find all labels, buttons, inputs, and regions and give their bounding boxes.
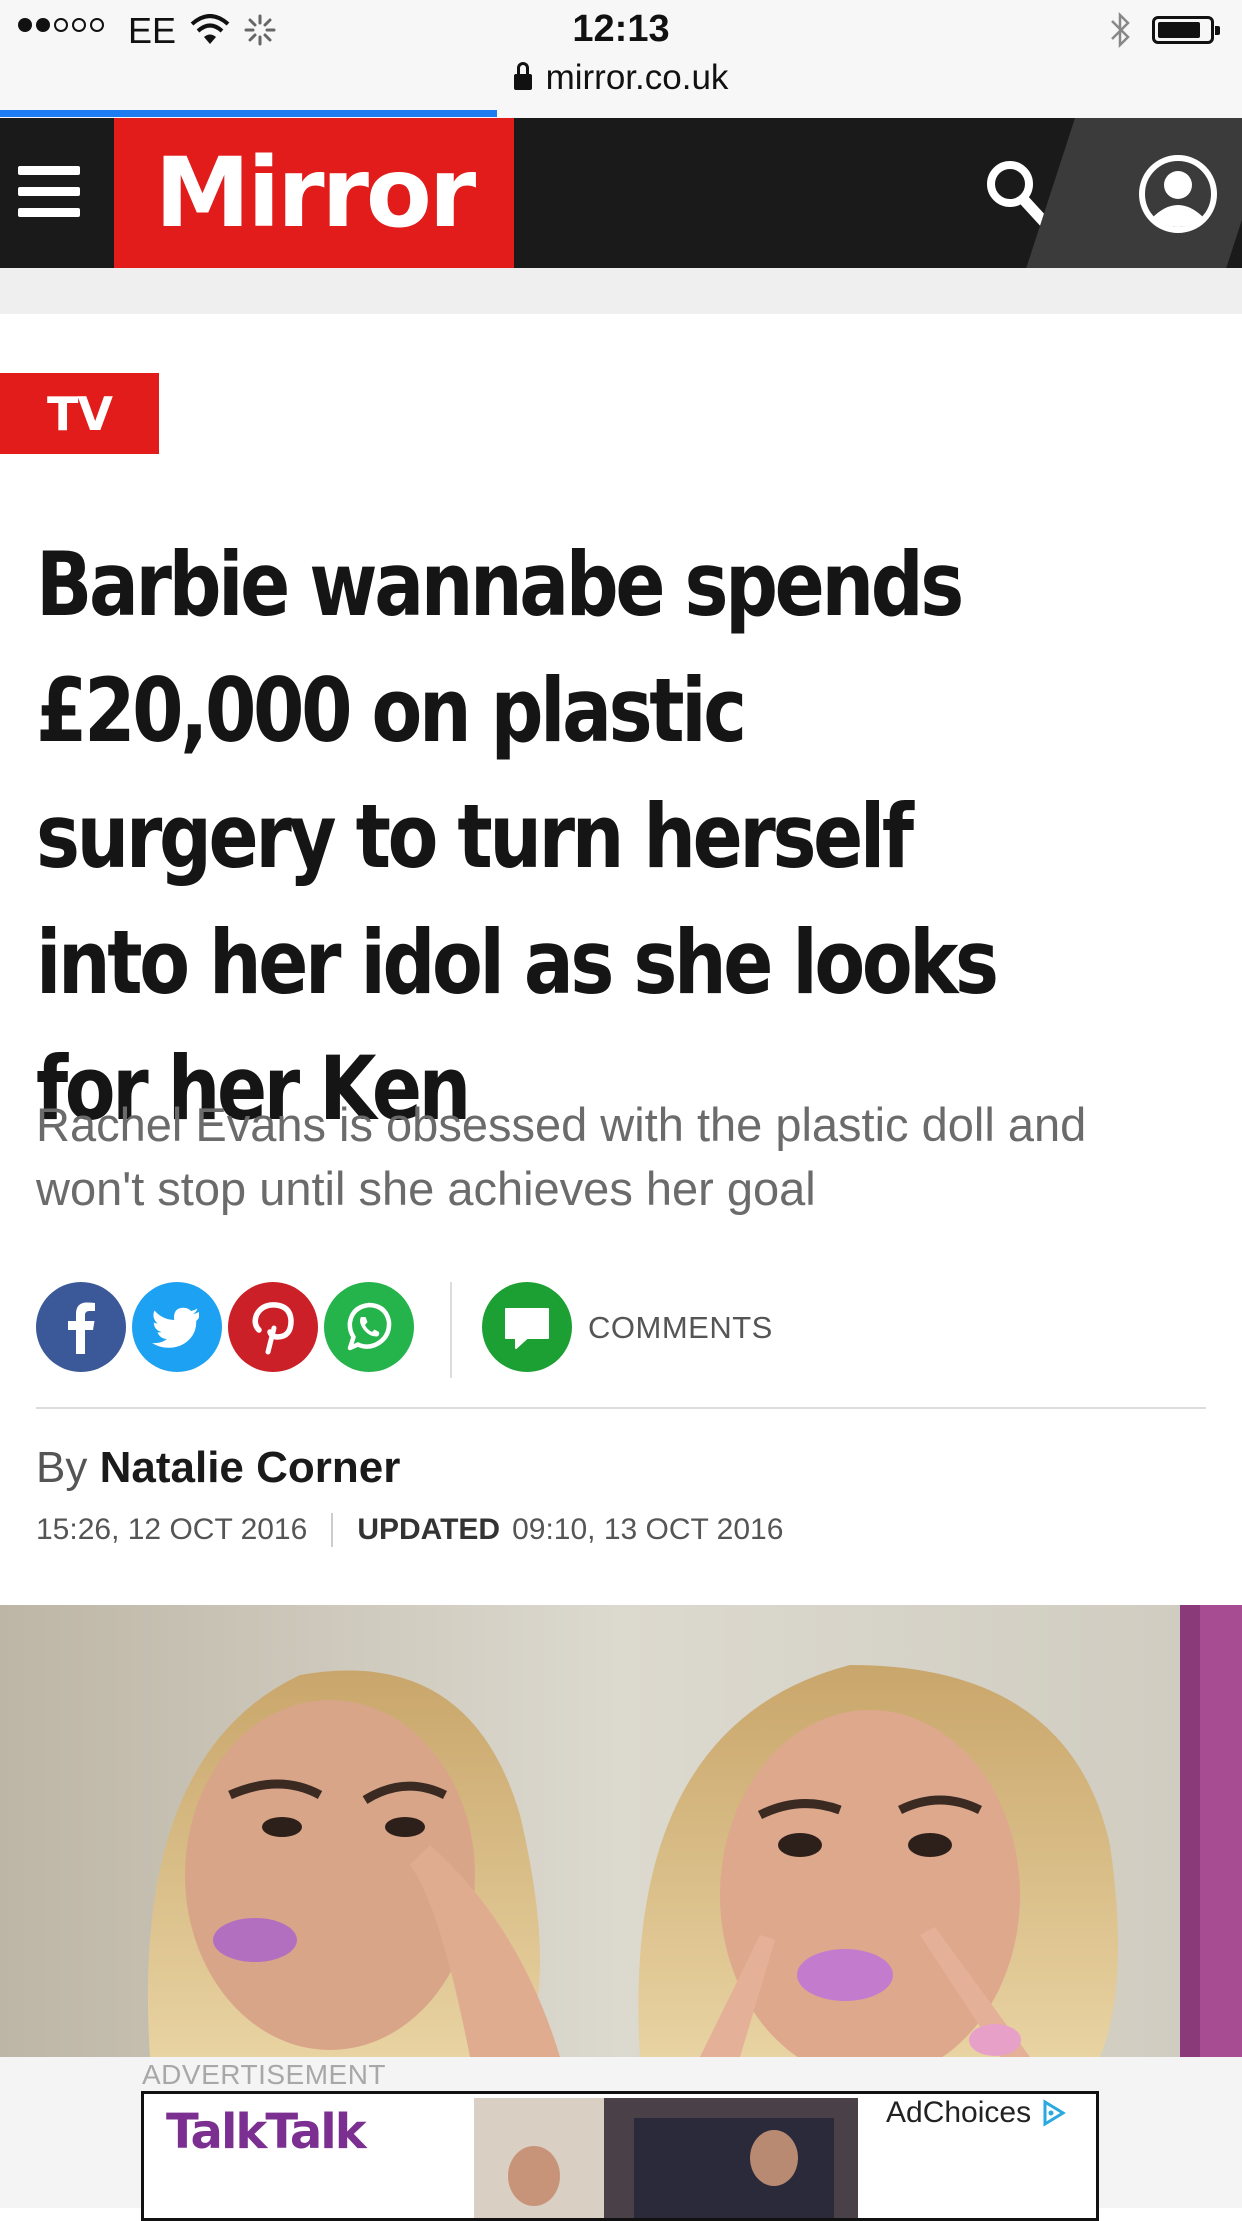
comment-bubble-icon bbox=[505, 1308, 549, 1349]
section-tag[interactable]: TV bbox=[0, 373, 159, 454]
author-name[interactable]: Natalie Corner bbox=[100, 1443, 401, 1492]
share-divider bbox=[450, 1282, 452, 1378]
adchoices-label: AdChoices bbox=[886, 2096, 1032, 2129]
mirror-logo[interactable]: Mirror bbox=[114, 118, 514, 268]
whatsapp-icon bbox=[347, 1302, 392, 1351]
battery-icon bbox=[1152, 16, 1220, 44]
hamburger-icon[interactable] bbox=[18, 166, 80, 220]
facebook-share-button[interactable] bbox=[36, 1282, 126, 1372]
clock: 12:13 bbox=[572, 8, 670, 50]
twitter-share-button[interactable] bbox=[132, 1282, 222, 1372]
whatsapp-share-button[interactable] bbox=[324, 1282, 414, 1372]
date-separator bbox=[331, 1513, 334, 1547]
facebook-icon bbox=[68, 1302, 95, 1354]
page-load-progress bbox=[0, 110, 497, 117]
lock-icon bbox=[513, 62, 532, 90]
status-bar: EE 12:13 mirror.co.uk bbox=[0, 0, 1242, 118]
article-headline: Barbie wannabe spends £20,000 on plastic… bbox=[36, 533, 999, 1140]
bluetooth-icon bbox=[1111, 11, 1130, 49]
address-bar[interactable]: mirror.co.uk bbox=[0, 58, 1242, 98]
article-hero-image[interactable] bbox=[0, 1605, 1242, 2057]
pinterest-share-button[interactable] bbox=[228, 1282, 318, 1372]
advertiser-logo: TalkTalk bbox=[166, 2104, 367, 2160]
article-dates: 15:26, 12 OCT 2016 UPDATED 09:10, 13 OCT… bbox=[36, 1513, 783, 1547]
article-standfirst: Rachel Evans is obsessed with the plasti… bbox=[36, 1098, 1087, 1215]
comments-label[interactable]: COMMENTS bbox=[588, 1310, 773, 1346]
site-header: Mirror bbox=[0, 118, 1242, 268]
divider bbox=[36, 1407, 1206, 1409]
share-bar: COMMENTS bbox=[36, 1282, 1206, 1378]
adchoices-link[interactable]: AdChoices bbox=[886, 2096, 1069, 2130]
updated-time: 09:10, 13 OCT 2016 bbox=[512, 1513, 784, 1546]
pinterest-icon bbox=[252, 1302, 294, 1355]
url-text: mirror.co.uk bbox=[545, 58, 729, 97]
logo-text: Mirror bbox=[154, 137, 476, 249]
byline-prefix: By bbox=[36, 1443, 88, 1492]
updated-label: UPDATED bbox=[357, 1513, 501, 1546]
comments-button[interactable] bbox=[482, 1282, 572, 1372]
advert-banner[interactable]: TalkTalk AdChoices bbox=[141, 2091, 1099, 2221]
byline: By Natalie Corner bbox=[36, 1443, 400, 1493]
published-time: 15:26, 12 OCT 2016 bbox=[36, 1513, 308, 1546]
advert-image bbox=[474, 2098, 858, 2218]
advert-area: ADVERTISEMENT TalkTalk AdChoices bbox=[0, 2057, 1242, 2221]
user-account-icon[interactable] bbox=[1138, 154, 1218, 234]
adchoices-icon bbox=[1043, 2099, 1066, 2127]
advert-label: ADVERTISEMENT bbox=[142, 2059, 387, 2090]
hero-photo-illustration bbox=[0, 1605, 1242, 2057]
header-spacer bbox=[0, 268, 1242, 314]
twitter-icon bbox=[152, 1307, 199, 1348]
